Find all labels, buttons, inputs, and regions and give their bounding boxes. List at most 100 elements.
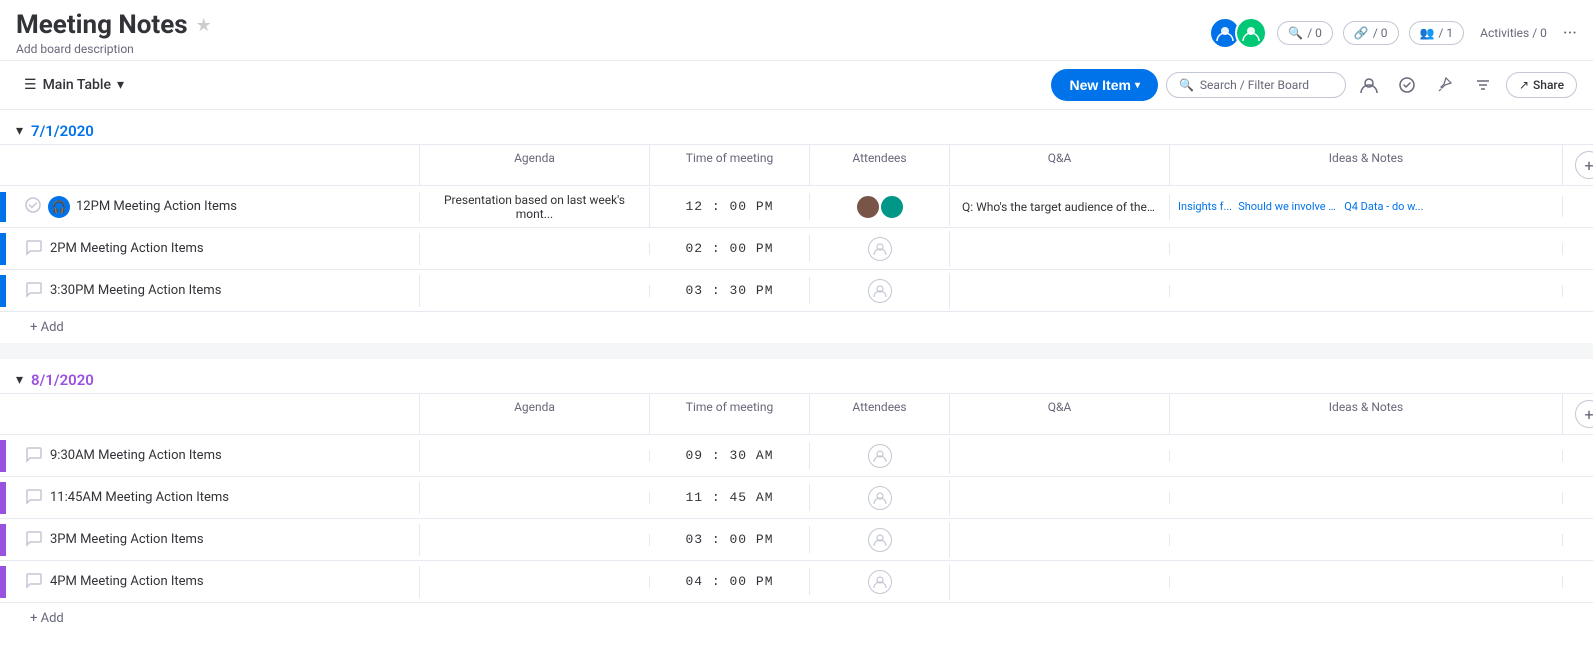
share-icon: ↗ bbox=[1519, 78, 1529, 92]
row4-name-cell: 9:30AM Meeting Action Items bbox=[0, 440, 420, 472]
row5-time[interactable]: 11 : 45 AM bbox=[650, 484, 810, 511]
group1-title: 7/1/2020 bbox=[31, 122, 94, 140]
empty-attendee-icon[interactable] bbox=[868, 486, 892, 510]
empty-attendee-icon[interactable] bbox=[868, 570, 892, 594]
row5-ideas bbox=[1170, 492, 1563, 504]
star-icon[interactable]: ★ bbox=[196, 15, 212, 36]
table-icon: ☰ bbox=[24, 77, 37, 93]
more-options-button[interactable]: ··· bbox=[1563, 23, 1577, 44]
board-description[interactable]: Add board description bbox=[16, 42, 212, 56]
group-color-bar bbox=[0, 482, 6, 514]
row2-agenda[interactable] bbox=[420, 243, 650, 255]
empty-attendee-icon[interactable] bbox=[868, 528, 892, 552]
row6-qa[interactable] bbox=[950, 534, 1170, 546]
row6-name[interactable]: 3PM Meeting Action Items bbox=[50, 532, 204, 547]
row6-time[interactable]: 03 : 00 PM bbox=[650, 526, 810, 553]
empty-attendee-icon[interactable] bbox=[868, 279, 892, 303]
group1-column-headers: Agenda Time of meeting Attendees Q&A Ide… bbox=[0, 144, 1593, 186]
col-header-time: Time of meeting bbox=[650, 145, 810, 185]
row2-name-cell: 2PM Meeting Action Items bbox=[0, 233, 420, 265]
empty-attendee-icon[interactable] bbox=[868, 444, 892, 468]
comment-icon[interactable] bbox=[24, 237, 44, 261]
chevron-down-icon: ▾ bbox=[117, 77, 124, 93]
group-color-bar bbox=[0, 440, 6, 472]
row2-qa[interactable] bbox=[950, 243, 1170, 255]
filter-button[interactable] bbox=[1468, 70, 1498, 100]
idea-tag-3[interactable]: Q4 Data - do w... bbox=[1344, 200, 1423, 213]
row5-extra bbox=[1563, 492, 1593, 504]
comment-icon[interactable] bbox=[24, 528, 44, 552]
person-filter-button[interactable] bbox=[1354, 70, 1384, 100]
people-counter[interactable]: 👥 / 1 bbox=[1409, 21, 1465, 45]
activities-button[interactable]: Activities / 0 bbox=[1474, 22, 1553, 44]
row4-attendees[interactable] bbox=[810, 438, 950, 474]
row3-agenda[interactable] bbox=[420, 285, 650, 297]
comment-icon[interactable] bbox=[24, 570, 44, 594]
idea-tag-2[interactable]: Should we involve th... bbox=[1238, 200, 1338, 213]
row2-attendees[interactable] bbox=[810, 231, 950, 267]
group2-add-row[interactable]: + Add bbox=[0, 603, 1593, 634]
group1-add-row[interactable]: + Add bbox=[0, 312, 1593, 343]
row3-time[interactable]: 03 : 30 PM bbox=[650, 277, 810, 304]
col-header-name bbox=[0, 145, 420, 185]
main-table-button[interactable]: ☰ Main Table ▾ bbox=[16, 73, 132, 97]
idea-tag-1[interactable]: Insights f... bbox=[1178, 200, 1232, 213]
row6-agenda[interactable] bbox=[420, 534, 650, 546]
search-filter-box[interactable]: 🔍 Search / Filter Board bbox=[1166, 72, 1346, 98]
group2-column-headers: Agenda Time of meeting Attendees Q&A Ide… bbox=[0, 393, 1593, 435]
link-counter[interactable]: 🔗 / 0 bbox=[1343, 21, 1399, 45]
empty-attendee-icon[interactable] bbox=[868, 237, 892, 261]
col-header-add: + bbox=[1563, 145, 1593, 185]
search-placeholder: Search / Filter Board bbox=[1200, 78, 1309, 92]
attendee-avatar bbox=[855, 194, 881, 220]
table-row: 4PM Meeting Action Items 04 : 00 PM bbox=[0, 561, 1593, 603]
new-item-label: New Item bbox=[1069, 77, 1130, 93]
add-column-button[interactable]: + bbox=[1575, 151, 1593, 179]
row5-attendees[interactable] bbox=[810, 480, 950, 516]
activity-button[interactable] bbox=[1392, 70, 1422, 100]
search-count: / 0 bbox=[1307, 26, 1322, 40]
row3-attendees[interactable] bbox=[810, 273, 950, 309]
row4-agenda[interactable] bbox=[420, 450, 650, 462]
share-button[interactable]: ↗ Share bbox=[1506, 72, 1577, 98]
col2-header-ideas: Ideas & Notes bbox=[1170, 394, 1563, 434]
row1-time[interactable]: 12 : 00 PM bbox=[650, 193, 810, 220]
pin-button[interactable] bbox=[1430, 70, 1460, 100]
row6-ideas bbox=[1170, 534, 1563, 546]
row7-time[interactable]: 04 : 00 PM bbox=[650, 568, 810, 595]
check-icon[interactable] bbox=[24, 196, 42, 218]
row2-time[interactable]: 02 : 00 PM bbox=[650, 235, 810, 262]
row4-qa[interactable] bbox=[950, 450, 1170, 462]
row1-attendees[interactable] bbox=[810, 188, 950, 226]
avatar-user2[interactable] bbox=[1235, 17, 1267, 49]
comment-icon[interactable] bbox=[24, 444, 44, 468]
row4-name[interactable]: 9:30AM Meeting Action Items bbox=[50, 448, 222, 463]
row1-qa[interactable]: Q: Who's the target audience of the pres… bbox=[950, 194, 1170, 220]
row7-qa[interactable] bbox=[950, 576, 1170, 588]
row6-attendees[interactable] bbox=[810, 522, 950, 558]
comment-icon[interactable] bbox=[24, 486, 44, 510]
row5-agenda[interactable] bbox=[420, 492, 650, 504]
row1-name[interactable]: 12PM Meeting Action Items bbox=[76, 199, 237, 214]
row5-qa[interactable] bbox=[950, 492, 1170, 504]
group-color-bar bbox=[0, 275, 6, 307]
row7-name[interactable]: 4PM Meeting Action Items bbox=[50, 574, 204, 589]
col-header-qa: Q&A bbox=[950, 145, 1170, 185]
group2-chevron[interactable]: ▾ bbox=[16, 372, 23, 388]
row4-time[interactable]: 09 : 30 AM bbox=[650, 442, 810, 469]
row7-attendees[interactable] bbox=[810, 564, 950, 600]
row7-agenda[interactable] bbox=[420, 576, 650, 588]
group-8-1-2020: ▾ 8/1/2020 Agenda Time of meeting Attend… bbox=[0, 359, 1593, 634]
row3-qa[interactable] bbox=[950, 285, 1170, 297]
row2-name[interactable]: 2PM Meeting Action Items bbox=[50, 241, 204, 256]
add-column-button2[interactable]: + bbox=[1575, 400, 1593, 428]
row3-name[interactable]: 3:30PM Meeting Action Items bbox=[50, 283, 221, 298]
search-counter[interactable]: 🔍 / 0 bbox=[1277, 21, 1333, 45]
comment-icon[interactable] bbox=[24, 279, 44, 303]
row5-name[interactable]: 11:45AM Meeting Action Items bbox=[50, 490, 229, 505]
group1-chevron[interactable]: ▾ bbox=[16, 123, 23, 139]
row1-agenda[interactable]: Presentation based on last week's mont..… bbox=[420, 187, 650, 227]
group2-header: ▾ 8/1/2020 bbox=[0, 359, 1593, 393]
new-item-button[interactable]: New Item ▾ bbox=[1051, 69, 1158, 101]
toolbar-left: ☰ Main Table ▾ bbox=[16, 73, 132, 97]
